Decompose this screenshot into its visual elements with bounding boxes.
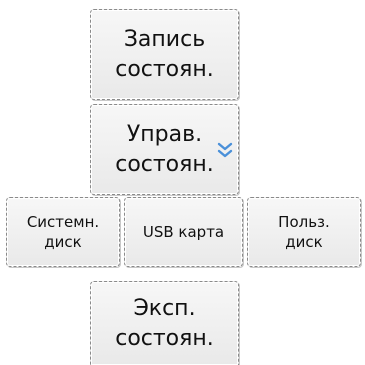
- control-state-button[interactable]: Управ. состоян.: [90, 104, 239, 195]
- user-disk-button[interactable]: Польз. диск: [247, 197, 361, 267]
- record-state-button[interactable]: Запись состоян.: [90, 9, 239, 100]
- export-state-line1: Эксп.: [133, 295, 196, 321]
- user-disk-line1: Польз.: [278, 213, 330, 231]
- usb-card-label: USB карта: [142, 223, 225, 241]
- control-state-line2: состоян.: [115, 151, 214, 177]
- system-disk-line2: диск: [44, 233, 82, 251]
- chevron-double-down-icon: [217, 142, 233, 158]
- system-disk-line1: Системн.: [26, 213, 100, 231]
- export-state-line2: состоян.: [115, 325, 214, 351]
- export-state-button[interactable]: Эксп. состоян.: [90, 281, 239, 365]
- button-panel: Запись состоян. Управ. состоян. Системн.…: [0, 0, 365, 365]
- control-state-line1: Управ.: [126, 121, 203, 147]
- system-disk-button[interactable]: Системн. диск: [6, 197, 120, 267]
- user-disk-line2: диск: [285, 233, 323, 251]
- record-state-line1: Запись: [123, 26, 206, 52]
- record-state-line2: состоян.: [115, 56, 214, 82]
- usb-card-button[interactable]: USB карта: [124, 197, 243, 267]
